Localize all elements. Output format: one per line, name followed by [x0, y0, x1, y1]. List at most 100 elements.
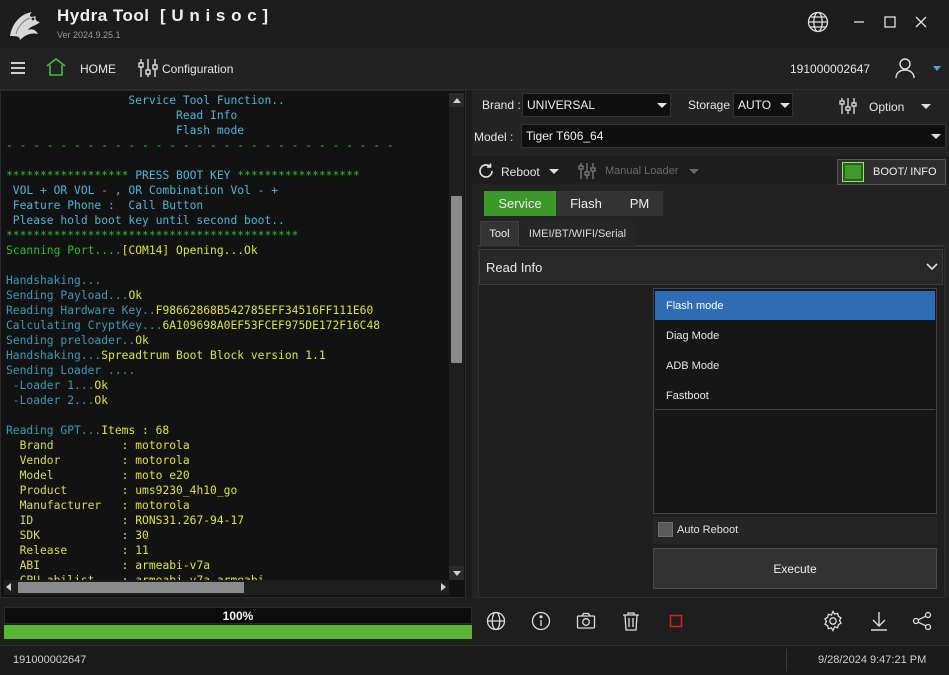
log-line: Read Info — [6, 109, 238, 122]
log-line: Sending Payload...Ok — [6, 289, 143, 302]
stop-icon[interactable] — [664, 609, 688, 633]
globe-icon[interactable] — [484, 609, 508, 633]
log-line: Scanning Port....[COM14] Opening...Ok — [6, 244, 258, 257]
storage-label: Storage — [688, 98, 731, 112]
log-line: Calculating CryptKey...6A109698A0EF53FCE… — [6, 319, 381, 332]
tab-imei-bt-wifi-serial[interactable]: IMEI/BT/WIFI/Serial — [520, 222, 635, 246]
log-line: Sending Loader .... — [6, 364, 136, 377]
auto-reboot-checkbox[interactable] — [658, 522, 673, 537]
log-line: Flash mode — [6, 124, 245, 137]
trash-icon[interactable] — [619, 609, 643, 633]
toolbar-serial: 191000002647 — [790, 62, 871, 76]
log-line: Product : ums9230_4h10_go — [6, 484, 238, 497]
log-line: Feature Phone : Call Button — [6, 199, 204, 212]
log-console: Service Tool Function.. Read Info Flash … — [0, 90, 466, 598]
reboot-button[interactable]: Reboot — [501, 165, 540, 179]
chip-icon — [842, 162, 864, 182]
log-horizontal-scrollbar[interactable] — [4, 580, 449, 595]
log-line: Model : moto e20 — [6, 469, 190, 482]
mode-item-flash[interactable]: Flash mode — [655, 291, 935, 320]
log-lines: Service Tool Function.. Read Info Flash … — [6, 93, 446, 588]
status-serial: 191000002647 — [13, 654, 87, 666]
model-dropdown-caret-icon — [931, 134, 941, 139]
minimize-button[interactable] — [844, 10, 874, 34]
log-line: Please hold boot key until second boot.. — [6, 214, 285, 227]
manual-loader-caret-icon[interactable] — [689, 169, 699, 174]
manual-loader-sliders-icon[interactable] — [577, 161, 597, 181]
log-line: Reading Hardware Key..F98662868B542785EF… — [6, 304, 374, 317]
app-version: Ver 2024.9.25.1 — [57, 30, 121, 40]
brand-select[interactable]: UNIVERSAL — [522, 93, 671, 117]
share-icon[interactable] — [910, 609, 934, 633]
vertical-scroll-thumb[interactable] — [451, 196, 462, 363]
hydra-logo-icon — [6, 6, 44, 42]
function-select[interactable]: Read Info — [479, 249, 943, 285]
status-divider — [786, 649, 787, 671]
horizontal-scroll-thumb[interactable] — [18, 582, 244, 593]
model-select[interactable]: Tiger T606_64 — [521, 124, 946, 148]
download-icon[interactable] — [867, 609, 891, 633]
maximize-button[interactable] — [875, 10, 905, 34]
model-value: Tiger T606_64 — [526, 129, 604, 143]
storage-select[interactable]: AUTO — [733, 93, 793, 117]
log-line: Reading GPT...Items : 68 — [6, 424, 170, 437]
status-datetime: 9/28/2024 9:47:21 PM — [818, 654, 927, 666]
tab-service[interactable]: Service — [484, 191, 556, 216]
boot-info-button[interactable]: BOOT/ INFO — [837, 159, 946, 185]
log-line: SDK : 30 — [6, 529, 149, 542]
log-line: Handshaking... — [6, 274, 102, 287]
hamburger-menu-icon[interactable] — [8, 58, 28, 78]
function-select-value: Read Info — [486, 259, 543, 275]
log-line: Manufacturer : motorola — [6, 499, 190, 512]
option-dropdown-caret-icon[interactable] — [921, 104, 931, 109]
globe-icon[interactable] — [803, 10, 833, 34]
close-button[interactable] — [906, 10, 936, 34]
mode-item-adb[interactable]: ADB Mode — [655, 351, 935, 380]
progress-fill — [4, 625, 472, 639]
execute-button[interactable]: Execute — [653, 548, 937, 589]
log-line: Sending preloader..Ok — [6, 334, 149, 347]
log-line: -Loader 2...Ok — [6, 394, 109, 407]
option-sliders-icon[interactable] — [838, 95, 858, 117]
camera-icon[interactable] — [574, 609, 598, 633]
manual-loader-button[interactable]: Manual Loader — [605, 165, 678, 177]
log-line: Service Tool Function.. — [6, 94, 285, 107]
scroll-right-arrow-icon[interactable] — [441, 583, 446, 591]
configuration-link[interactable]: Configuration — [162, 62, 233, 76]
scroll-left-arrow-icon[interactable] — [6, 583, 11, 591]
home-icon[interactable] — [44, 56, 68, 78]
tab-flash[interactable]: Flash — [556, 191, 616, 216]
home-link[interactable]: HOME — [80, 62, 116, 76]
reboot-dropdown-caret-icon[interactable] — [549, 169, 559, 174]
log-line: ****************************************… — [6, 229, 299, 242]
info-icon[interactable] — [529, 609, 553, 633]
log-line: VOL + OR VOL - , OR Combination Vol - + — [6, 184, 279, 197]
tab-tool[interactable]: Tool — [480, 221, 519, 246]
reboot-refresh-icon[interactable] — [476, 161, 496, 181]
model-label: Model : — [474, 130, 514, 144]
tab-pm[interactable]: PM — [616, 191, 663, 216]
status-bar — [0, 645, 949, 675]
brand-value: UNIVERSAL — [527, 98, 596, 112]
log-line: Vendor : motorola — [6, 454, 190, 467]
option-button[interactable]: Option — [869, 100, 904, 114]
boot-info-label: BOOT/ INFO — [873, 166, 937, 178]
scroll-down-arrow-icon[interactable] — [449, 566, 464, 580]
log-vertical-scrollbar[interactable] — [449, 93, 464, 580]
scroll-up-arrow-icon[interactable] — [449, 93, 464, 107]
configuration-sliders-icon[interactable] — [136, 56, 160, 80]
progress-text: 100% — [4, 607, 472, 624]
log-line: Release : 11 — [6, 544, 149, 557]
settings-gear-icon[interactable] — [821, 609, 845, 633]
account-dropdown-caret-icon[interactable] — [933, 66, 941, 71]
brand-label: Brand : — [482, 98, 521, 112]
user-icon[interactable] — [893, 56, 917, 80]
log-line: Handshaking...Spreadtrum Boot Block vers… — [6, 349, 326, 362]
mode-list-divider — [655, 409, 935, 410]
brand-dropdown-caret-icon — [657, 103, 667, 108]
mode-item-fastboot[interactable]: Fastboot — [655, 381, 935, 410]
mode-item-diag[interactable]: Diag Mode — [655, 321, 935, 350]
